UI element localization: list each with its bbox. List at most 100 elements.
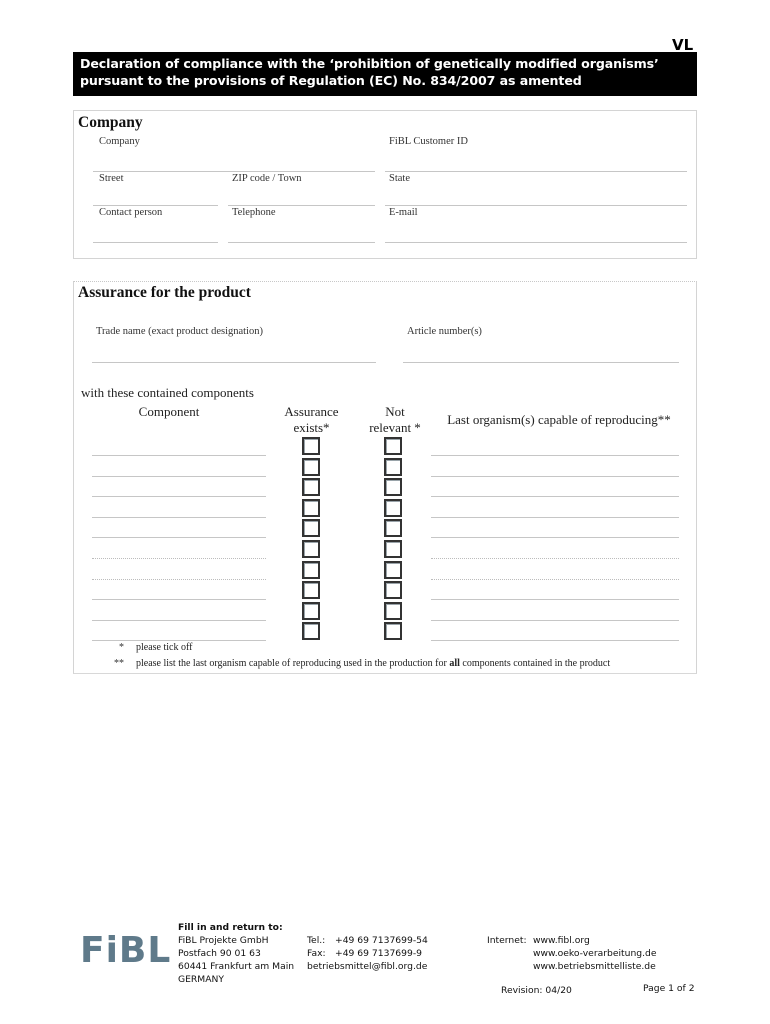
- contact-person-label: Contact person: [99, 207, 163, 218]
- last-organism-field[interactable]: [431, 558, 679, 559]
- assurance-exists-checkbox[interactable]: [302, 581, 320, 599]
- assurance-exists-checkbox[interactable]: [302, 561, 320, 579]
- column-header-last-organism: Last organism(s) capable of reproducing*…: [447, 412, 671, 427]
- website-link-3[interactable]: www.betriebsmittelliste.de: [533, 960, 656, 973]
- article-number-field[interactable]: [403, 362, 679, 363]
- footnote-1-text-part: please tick off: [136, 642, 193, 653]
- return-heading: Fill in and return to:: [178, 922, 283, 933]
- last-organism-field[interactable]: [431, 496, 679, 497]
- assurance-exists-checkbox[interactable]: [302, 540, 320, 558]
- company-field[interactable]: [93, 171, 375, 172]
- email-link[interactable]: betriebsmittel@fibl.org.de: [307, 960, 427, 973]
- state-label: State: [389, 173, 410, 184]
- fibl-logo: FiBL: [80, 930, 172, 971]
- return-address-line-3: 60441 Frankfurt am Main: [178, 961, 295, 972]
- return-address-line-2: Postfach 90 01 63: [178, 948, 261, 959]
- components-caption: with these contained components: [81, 385, 254, 400]
- page-number: Page 1 of 2: [643, 983, 695, 994]
- component-field[interactable]: [92, 476, 266, 477]
- column-header-assurance-line-2: exists*: [293, 420, 330, 435]
- zip-town-field[interactable]: [228, 205, 375, 206]
- column-header-component: Component: [138, 404, 200, 419]
- footnote-1-text: please tick off: [136, 642, 192, 653]
- last-organism-field[interactable]: [431, 579, 679, 580]
- footnote-2-text-before: please list the last organism capable of…: [136, 658, 450, 669]
- not-relevant-checkbox[interactable]: [384, 499, 402, 517]
- zip-town-label: ZIP code / Town: [232, 173, 302, 184]
- revision-label: Revision: 04/20: [501, 985, 572, 996]
- tel-label: Tel.:: [307, 935, 326, 946]
- telephone-label: Telephone: [232, 207, 276, 218]
- trade-name-field[interactable]: [92, 362, 376, 363]
- component-field[interactable]: [92, 517, 266, 518]
- column-header-not-relevant-line-2: relevant *: [369, 420, 421, 435]
- telephone-field[interactable]: [228, 242, 375, 243]
- component-field[interactable]: [92, 558, 266, 559]
- state-field[interactable]: [385, 205, 687, 206]
- assurance-exists-checkbox[interactable]: [302, 437, 320, 455]
- street-label: Street: [99, 173, 124, 184]
- last-organism-field[interactable]: [431, 455, 679, 456]
- return-address-line-1: FiBL Projekte GmbH: [178, 935, 269, 946]
- assurance-section: Assurance for the product Trade name (ex…: [73, 281, 697, 674]
- not-relevant-checkbox[interactable]: [384, 622, 402, 640]
- component-field[interactable]: [92, 640, 266, 641]
- last-organism-field[interactable]: [431, 517, 679, 518]
- column-header-not-relevant: Not relevant *: [362, 404, 428, 436]
- title-line-2: pursuant to the provisions of Regulation…: [80, 73, 582, 88]
- company-label: Company: [99, 136, 140, 147]
- assurance-exists-checkbox[interactable]: [302, 622, 320, 640]
- tel-value: +49 69 7137699-54: [335, 935, 428, 946]
- not-relevant-checkbox[interactable]: [384, 561, 402, 579]
- title-line-1: Declaration of compliance with the ‘proh…: [80, 56, 659, 71]
- document-title: Declaration of compliance with the ‘proh…: [73, 52, 697, 96]
- column-header-assurance-exists: Assurance exists*: [274, 404, 349, 436]
- not-relevant-checkbox[interactable]: [384, 478, 402, 496]
- component-field[interactable]: [92, 579, 266, 580]
- customer-id-field[interactable]: [385, 171, 687, 172]
- footnote-2-text-after: components contained in the product: [459, 658, 611, 669]
- component-field[interactable]: [92, 620, 266, 621]
- not-relevant-checkbox[interactable]: [384, 458, 402, 476]
- fax-label: Fax:: [307, 948, 326, 959]
- component-field[interactable]: [92, 537, 266, 538]
- fax-value: +49 69 7137699-9: [335, 948, 422, 959]
- component-field[interactable]: [92, 599, 266, 600]
- trade-name-label: Trade name (exact product designation): [96, 326, 263, 337]
- footnote-2-text: please list the last organism capable of…: [136, 658, 610, 669]
- email-field[interactable]: [385, 242, 687, 243]
- component-field[interactable]: [92, 496, 266, 497]
- column-header-not-relevant-line-1: Not: [385, 404, 405, 419]
- assurance-exists-checkbox[interactable]: [302, 519, 320, 537]
- email-label: E-mail: [389, 207, 418, 218]
- assurance-exists-checkbox[interactable]: [302, 478, 320, 496]
- contact-person-field[interactable]: [93, 242, 218, 243]
- last-organism-field[interactable]: [431, 599, 679, 600]
- website-link-1[interactable]: www.fibl.org: [533, 934, 590, 947]
- street-field[interactable]: [93, 205, 218, 206]
- not-relevant-checkbox[interactable]: [384, 602, 402, 620]
- column-header-assurance-line-1: Assurance: [284, 404, 339, 419]
- assurance-exists-checkbox[interactable]: [302, 499, 320, 517]
- assurance-heading: Assurance for the product: [78, 284, 251, 301]
- article-number-label: Article number(s): [407, 326, 482, 337]
- return-address-line-4: GERMANY: [178, 974, 225, 985]
- last-organism-field[interactable]: [431, 620, 679, 621]
- assurance-exists-checkbox[interactable]: [302, 602, 320, 620]
- not-relevant-checkbox[interactable]: [384, 581, 402, 599]
- last-organism-field[interactable]: [431, 537, 679, 538]
- not-relevant-checkbox[interactable]: [384, 437, 402, 455]
- company-section: Company Company FiBL Customer ID Street …: [73, 110, 697, 259]
- not-relevant-checkbox[interactable]: [384, 540, 402, 558]
- component-field[interactable]: [92, 455, 266, 456]
- internet-label: Internet:: [487, 935, 527, 946]
- footnote-2-mark: **: [114, 658, 124, 669]
- website-link-2[interactable]: www.oeko-verarbeitung.de: [533, 947, 657, 960]
- last-organism-field[interactable]: [431, 640, 679, 641]
- last-organism-field[interactable]: [431, 476, 679, 477]
- not-relevant-checkbox[interactable]: [384, 519, 402, 537]
- footnote-2-text-bold: all: [449, 658, 460, 669]
- footnote-1-mark: *: [119, 642, 124, 653]
- company-heading: Company: [78, 114, 143, 131]
- assurance-exists-checkbox[interactable]: [302, 458, 320, 476]
